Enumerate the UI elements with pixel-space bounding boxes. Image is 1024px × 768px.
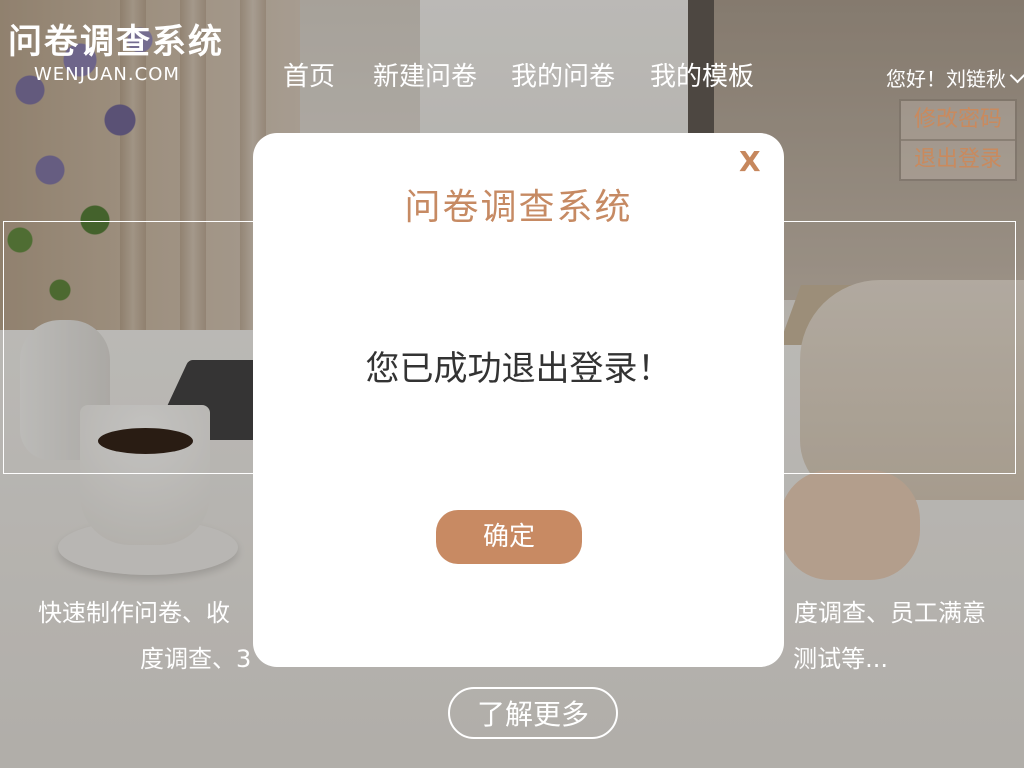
dialog-message: 您已成功退出登录！ <box>365 349 672 389</box>
banner-line-1-left: 快速制作问卷、收 <box>38 599 230 627</box>
learn-more-button[interactable]: 了解更多 <box>448 687 618 739</box>
banner-line-2-left: 度调查、3 <box>140 645 252 673</box>
change-password-item[interactable]: 修改密码 <box>901 101 1015 139</box>
banner-line-2-right: 测试等... <box>793 645 888 673</box>
nav-my-surveys[interactable]: 我的问卷 <box>511 56 615 93</box>
logout-success-dialog: X 问卷调查系统 您已成功退出登录！ 确定 <box>253 133 784 667</box>
chevron-down-icon <box>1009 67 1024 84</box>
user-greeting: 您好！刘链秋 <box>886 67 1006 91</box>
user-menu-toggle[interactable]: 您好！刘链秋 <box>886 63 1024 92</box>
confirm-button[interactable]: 确定 <box>436 510 582 564</box>
logout-item[interactable]: 退出登录 <box>901 139 1015 179</box>
nav-new-survey[interactable]: 新建问卷 <box>373 56 477 93</box>
logo-title: 问卷调查系统 <box>8 22 224 62</box>
nav-home[interactable]: 首页 <box>283 56 335 93</box>
user-dropdown: 修改密码 退出登录 <box>899 99 1017 181</box>
banner-line-1-right: 度调查、员工满意 <box>794 599 986 627</box>
logo-subtitle: WENJUAN.COM <box>34 64 180 85</box>
close-icon[interactable]: X <box>739 145 761 178</box>
dialog-title: 问卷调查系统 <box>404 187 633 228</box>
nav-my-templates[interactable]: 我的模板 <box>650 56 754 93</box>
